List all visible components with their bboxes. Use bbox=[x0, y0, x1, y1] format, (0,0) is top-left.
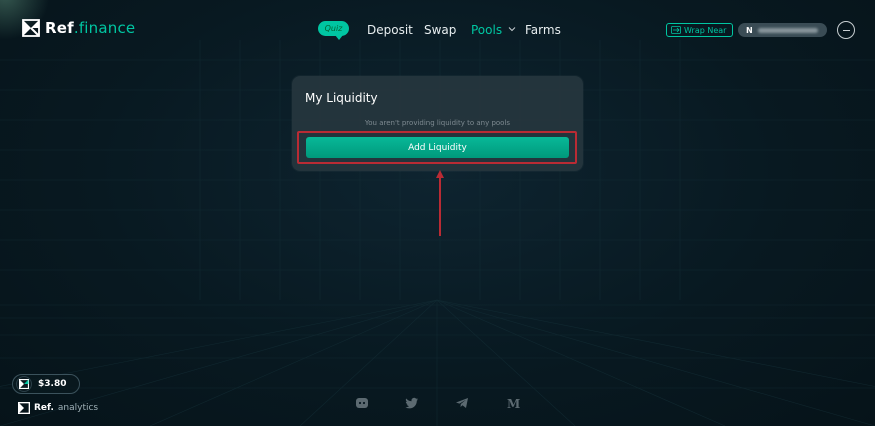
card-title: My Liquidity bbox=[305, 91, 378, 105]
quiz-badge[interactable]: Quiz bbox=[318, 21, 349, 40]
wrap-icon bbox=[671, 26, 681, 34]
logo-text: Ref.finance bbox=[45, 19, 135, 37]
wrap-near-label: Wrap Near bbox=[684, 25, 727, 35]
wrap-near-button[interactable]: Wrap Near bbox=[666, 23, 733, 37]
nav-pools[interactable]: Pools bbox=[471, 23, 502, 37]
chevron-down-icon[interactable] bbox=[508, 25, 516, 33]
nav-swap[interactable]: Swap bbox=[424, 23, 456, 37]
logo-text-main: Ref bbox=[45, 19, 74, 37]
ref-finance-logo[interactable]: Ref.finance bbox=[22, 19, 135, 37]
analytics-logo-icon bbox=[18, 402, 30, 414]
minus-circle-icon bbox=[842, 29, 850, 31]
ref-token-icon bbox=[16, 376, 32, 392]
near-icon: N bbox=[746, 25, 753, 35]
more-menu-button[interactable] bbox=[837, 21, 855, 39]
add-liquidity-button[interactable]: Add Liquidity bbox=[306, 137, 569, 158]
logo-text-accent: .finance bbox=[73, 19, 136, 37]
account-button[interactable]: N bbox=[738, 23, 827, 37]
ref-price-pill[interactable]: $3.80 bbox=[12, 374, 80, 394]
ref-price-value: $3.80 bbox=[38, 379, 67, 389]
medium-icon[interactable]: M bbox=[506, 396, 520, 410]
annotation-arrow bbox=[436, 170, 444, 236]
nav-deposit[interactable]: Deposit bbox=[367, 23, 413, 37]
twitter-icon[interactable] bbox=[405, 396, 419, 410]
no-liquidity-message: You aren't providing liquidity to any po… bbox=[364, 119, 511, 127]
analytics-text-main: Ref. bbox=[34, 403, 54, 413]
telegram-icon[interactable] bbox=[455, 396, 469, 410]
ref-logo-icon bbox=[22, 19, 40, 37]
nav-farms[interactable]: Farms bbox=[525, 23, 561, 37]
ref-analytics-link[interactable]: Ref. analytics bbox=[18, 402, 98, 414]
account-name-redacted bbox=[757, 27, 818, 33]
svg-text:M: M bbox=[507, 397, 520, 410]
discord-icon[interactable] bbox=[355, 396, 369, 410]
analytics-text-accent: analytics bbox=[57, 403, 99, 413]
